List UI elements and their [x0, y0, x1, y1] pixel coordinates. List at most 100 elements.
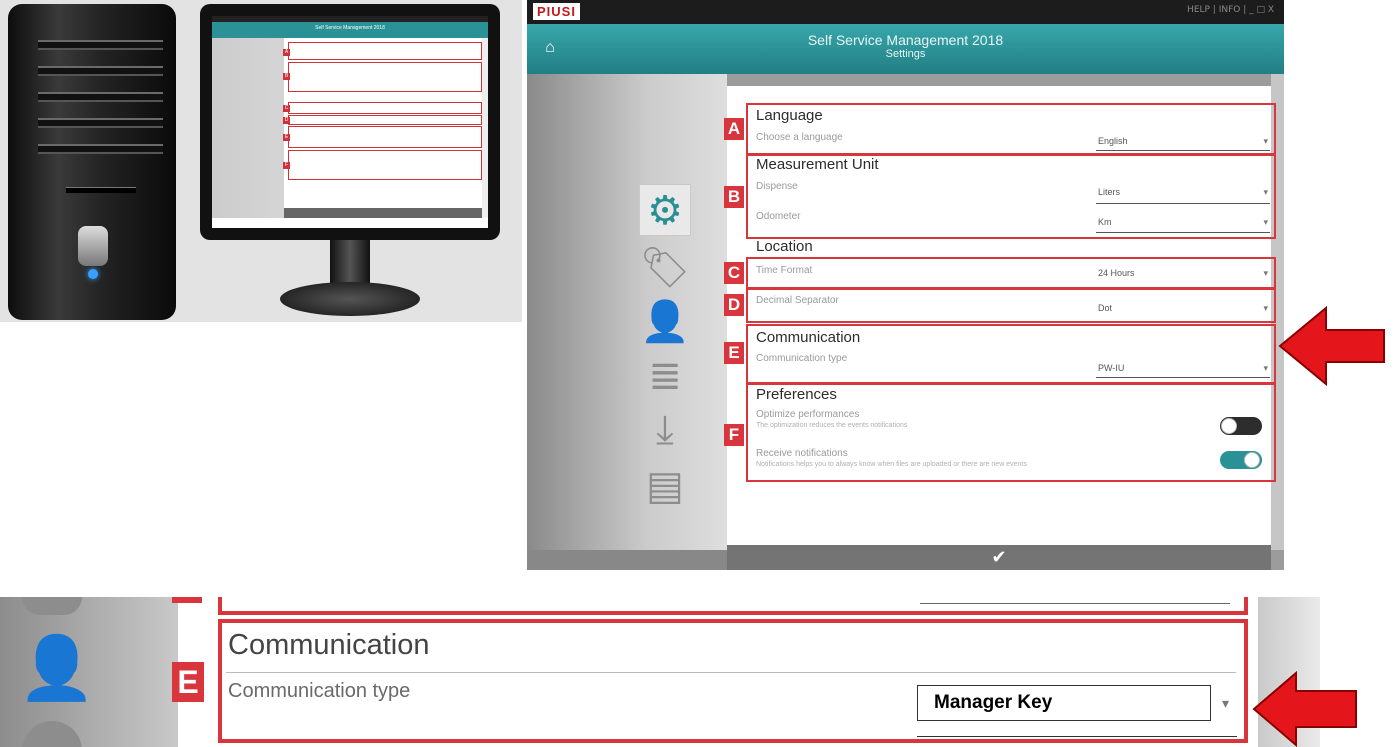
zoom-sidebar: 👤 — [0, 597, 178, 747]
mini-section-measurement: B — [283, 62, 482, 92]
mini-section-time: C — [283, 102, 482, 114]
row-description: The optimization reduces the events noti… — [756, 422, 908, 429]
row-label: Receive notifications — [756, 448, 848, 459]
mini-marker: A — [283, 49, 290, 56]
database-icon — [22, 597, 82, 615]
mini-section-preferences: F — [283, 150, 482, 180]
time-format-select[interactable]: 24 Hours — [1098, 268, 1135, 278]
section-title: Preferences — [756, 386, 837, 403]
row-label: Time Format — [756, 265, 813, 276]
field-underline — [917, 736, 1237, 737]
hardware-illustration: Self Service Management 2018 A B C D E F — [0, 0, 522, 322]
drive-bay — [38, 40, 163, 50]
app-window: PIUSI HELP | INFO | _ □ X ⌂ Self Service… — [527, 0, 1284, 570]
mini-section-decimal: D — [283, 115, 482, 125]
previous-section-edge — [218, 597, 1248, 615]
drive-bay — [38, 118, 163, 128]
communication-type-label: Communication type — [228, 680, 411, 702]
chevron-down-icon[interactable]: ▾ — [1213, 685, 1238, 721]
page-subtitle: Settings — [885, 48, 926, 60]
confirm-button[interactable]: ✔ — [727, 545, 1271, 570]
pc-tower — [8, 4, 176, 320]
mini-footer — [284, 208, 482, 218]
field-underline — [1096, 232, 1270, 233]
section-title: Measurement Unit — [756, 156, 879, 173]
section-decimal-separator: Decimal Separator Dot ▾ — [746, 288, 1276, 323]
chevron-down-icon[interactable]: ▾ — [1263, 217, 1268, 228]
field-underline — [1096, 377, 1270, 378]
checkmark-icon: ✔ — [991, 547, 1007, 568]
monitor-screen: Self Service Management 2018 A B C D E F — [212, 16, 488, 228]
mini-app-body: A B C D E F — [212, 38, 488, 218]
home-icon[interactable]: ⌂ — [541, 39, 559, 57]
section-measurement: Measurement Unit Dispense Liters ▾ Odome… — [746, 154, 1276, 239]
disk-slot — [66, 187, 136, 193]
odometer-select[interactable]: Km — [1098, 217, 1112, 227]
row-description: Notifications helps you to always know w… — [756, 461, 1027, 468]
chevron-down-icon[interactable]: ▾ — [1263, 136, 1268, 147]
marker-c: C — [724, 262, 744, 284]
mini-app-title: Self Service Management 2018 — [315, 25, 385, 31]
marker-d: D — [724, 294, 744, 316]
mini-section-language: A — [283, 42, 482, 60]
section-title: Communication — [228, 629, 430, 661]
database-icon — [22, 721, 82, 747]
marker-e: E — [724, 342, 744, 364]
communication-type-select[interactable]: Manager Key — [917, 685, 1211, 721]
monitor: Self Service Management 2018 A B C D E F — [200, 4, 500, 240]
language-select[interactable]: English — [1098, 136, 1128, 146]
brand-logo: PIUSI — [533, 3, 580, 20]
section-title: Communication — [756, 329, 861, 346]
mini-section-communication: E — [283, 126, 482, 148]
red-arrow-icon — [1278, 306, 1385, 386]
marker-e: E — [172, 662, 204, 702]
row-label: Decimal Separator — [756, 295, 839, 306]
sidebar: ⚙ 🏷 👤 ≣ ⤓ ▤ — [527, 74, 727, 550]
field-underline — [920, 603, 1230, 604]
decimal-separator-select[interactable]: Dot — [1098, 303, 1112, 313]
download-icon[interactable]: ⤓ — [639, 404, 691, 456]
section-preferences: Preferences Optimize performances The op… — [746, 383, 1276, 482]
row-label: Communication type — [756, 353, 848, 364]
marker-a: A — [724, 118, 744, 140]
section-time-format: Time Format 24 Hours ▾ — [746, 257, 1276, 289]
mini-marker: C — [283, 105, 290, 112]
chevron-down-icon[interactable]: ▾ — [1263, 268, 1268, 279]
section-communication: Communication Communication type PW-IU ▾ — [746, 324, 1276, 384]
row-label: Optimize performances — [756, 409, 860, 420]
app-title: Self Service Management 2018 — [807, 32, 1004, 48]
field-underline — [1096, 150, 1270, 151]
optimize-performance-toggle[interactable] — [1220, 417, 1262, 435]
chevron-down-icon[interactable]: ▾ — [1263, 303, 1268, 314]
toggle-knob — [1244, 452, 1260, 468]
chevron-down-icon[interactable]: ▾ — [1263, 187, 1268, 198]
toggle-knob — [1221, 418, 1237, 434]
mini-marker: E — [283, 134, 290, 141]
mini-marker: D — [283, 117, 290, 124]
chevron-down-icon[interactable]: ▾ — [1263, 363, 1268, 374]
previous-marker — [172, 597, 202, 603]
window-titlebar: PIUSI HELP | INFO | _ □ X — [527, 0, 1284, 24]
monitor-stand-base — [280, 282, 420, 316]
mini-app-header: Self Service Management 2018 — [212, 22, 488, 38]
mini-marker: F — [283, 162, 290, 169]
drive-bay — [38, 144, 163, 154]
communication-type-select[interactable]: PW-IU — [1098, 363, 1124, 373]
user-icon[interactable]: 👤 — [639, 296, 691, 348]
database-icon[interactable]: ≣ — [639, 350, 691, 402]
drive-bay — [38, 92, 163, 102]
section-title: Language — [756, 107, 823, 124]
section-title: Location — [756, 238, 813, 255]
receive-notifications-toggle[interactable] — [1220, 451, 1262, 469]
section-divider — [226, 672, 1236, 673]
dispense-select[interactable]: Liters — [1098, 187, 1120, 197]
row-label: Odometer — [756, 211, 801, 222]
row-label: Choose a language — [756, 132, 843, 143]
tag-icon[interactable]: 🏷 — [639, 242, 691, 294]
app-header: ⌂ Self Service Management 2018 Settings — [527, 24, 1284, 74]
window-controls[interactable]: HELP | INFO | _ □ X — [1187, 5, 1274, 15]
archive-icon[interactable]: ▤ — [639, 460, 691, 512]
gear-icon[interactable]: ⚙ — [639, 184, 691, 236]
footer-left-background — [527, 550, 727, 570]
zoomed-communication-detail: 👤 E Communication Communication type Man… — [0, 597, 1394, 747]
